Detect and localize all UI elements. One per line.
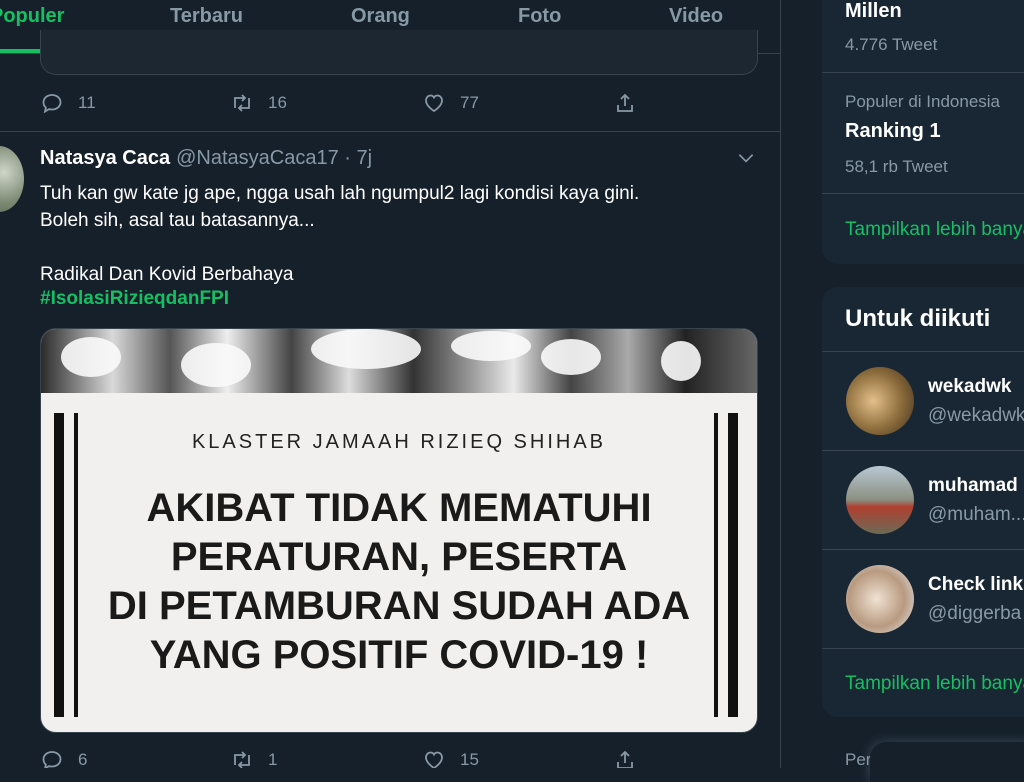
previous-tweet-actions: 11 16 77	[40, 91, 660, 115]
heart-icon	[425, 94, 443, 113]
trends-card: Millen 4.776 Tweet Populer di Indonesia …	[822, 0, 1024, 264]
tweet-author-handle[interactable]: @NatasyaCaca17 · 7j	[176, 147, 372, 169]
timeline-column: Populer Terbaru Orang Foto Video 11 16 7…	[0, 0, 781, 768]
media-subtitle: KLASTER JAMAAH RIZIEQ SHIHAB	[191, 431, 607, 453]
crowd-photo	[41, 329, 757, 393]
tweet-text: Tuh kan gw kate jg ape, ngga usah lah ng…	[40, 183, 640, 285]
share-button[interactable]	[613, 748, 651, 768]
retweet-icon	[234, 94, 250, 112]
avatar[interactable]	[846, 367, 914, 435]
tweet-author-name[interactable]: Natasya Caca	[40, 147, 170, 169]
trend-item-count: 58,1 rb Tweet	[845, 157, 948, 176]
messages-drawer[interactable]	[870, 742, 1024, 782]
avatar[interactable]	[846, 565, 914, 633]
reply-icon	[42, 94, 62, 114]
follow-divider	[822, 450, 1024, 451]
footer-links[interactable]: Per	[845, 750, 871, 770]
avatar[interactable]	[0, 146, 24, 212]
reply-count: 11	[78, 93, 96, 112]
like-count: 15	[460, 750, 479, 768]
follow-user-name[interactable]: wekadwk	[928, 376, 1011, 398]
who-to-follow-title: Untuk diikuti	[845, 305, 991, 332]
reply-button[interactable]: 6	[40, 748, 87, 768]
follow-user-name[interactable]: Check link	[928, 574, 1023, 596]
trend-divider	[822, 72, 1024, 73]
follow-user-name[interactable]: muhamad	[928, 475, 1018, 497]
tweet-actions: 6 1 15	[40, 748, 660, 768]
like-button[interactable]: 15	[422, 748, 479, 768]
previous-tweet-media[interactable]	[40, 30, 758, 75]
chevron-down-icon[interactable]	[736, 148, 756, 168]
retweet-count: 1	[268, 750, 278, 768]
retweet-button[interactable]: 1	[230, 748, 277, 768]
share-icon	[617, 93, 633, 112]
heart-icon	[425, 751, 443, 768]
share-icon	[617, 750, 633, 768]
reply-icon	[42, 751, 62, 768]
trend-item-title[interactable]: Ranking 1	[845, 120, 941, 143]
trend-item-context: Populer di Indonesia	[845, 92, 1001, 111]
show-more-trends-link[interactable]: Tampilkan lebih banyak	[845, 219, 1024, 241]
media-headline: AKIBAT TIDAK MEMATUHI PERATURAN, PESERTA…	[107, 486, 691, 677]
trend-item-title[interactable]: Millen	[845, 0, 902, 23]
show-more-follow-link[interactable]: Tampilkan lebih banyak	[845, 673, 1024, 695]
follow-divider	[822, 549, 1024, 550]
avatar[interactable]	[846, 466, 914, 534]
tweet-divider	[0, 131, 780, 132]
reply-button[interactable]: 11	[40, 91, 96, 115]
retweet-icon	[234, 751, 250, 768]
tweet-media-image[interactable]: KLASTER JAMAAH RIZIEQ SHIHAB AKIBAT TIDA…	[40, 328, 758, 733]
follow-divider	[822, 648, 1024, 649]
like-button[interactable]: 77	[422, 91, 479, 115]
like-count: 77	[460, 93, 479, 112]
tweet-header: Natasya Caca @NatasyaCaca17 · 7j	[40, 147, 372, 170]
follow-user-handle: @wekadwk	[928, 405, 1024, 426]
who-to-follow-card: Untuk diikuti wekadwk @wekadwk muhamad @…	[822, 287, 1024, 717]
trend-item-count: 4.776 Tweet	[845, 35, 938, 54]
follow-user-handle: @diggerba	[928, 603, 1022, 624]
trend-divider	[822, 193, 1024, 194]
share-button[interactable]	[613, 91, 651, 115]
follow-user-handle: @muham...	[928, 504, 1024, 525]
follow-divider	[822, 351, 1024, 352]
reply-count: 6	[78, 750, 88, 768]
hashtag-link[interactable]: #IsolasiRizieqdanFPI	[40, 288, 229, 310]
retweet-button[interactable]: 16	[230, 91, 287, 115]
retweet-count: 16	[268, 93, 287, 112]
